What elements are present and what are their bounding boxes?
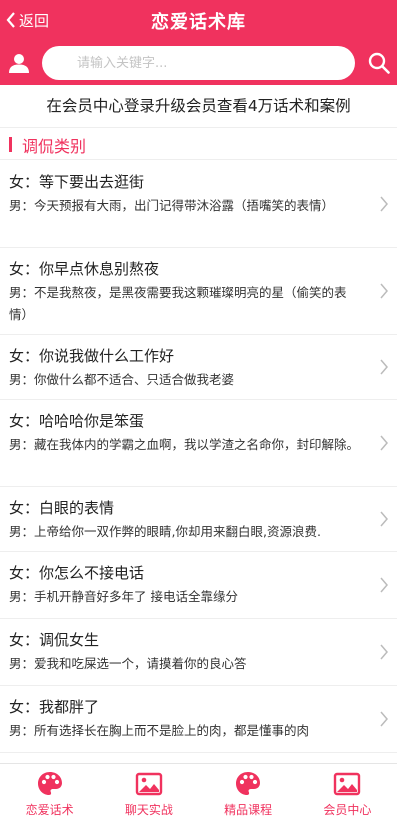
image-icon	[135, 772, 163, 796]
chevron-right-icon	[380, 644, 388, 660]
list-item[interactable]: 女：你说我做什么工作好 男：你做什么都不适合、只适合做我老婆	[0, 335, 397, 400]
category-title: 调侃类别	[22, 137, 87, 156]
item-answer: 男：藏在我体内的学霸之血啊，我以学渣之名命你，封印解除。	[9, 437, 360, 452]
top-bar: 返回 恋爱话术库	[0, 0, 397, 41]
list-item[interactable]: 女：你早点休息别熬夜 男：不是我熬夜，是黑夜需要我这颗璀璨明亮的星（偷笑的表情）	[0, 248, 397, 335]
tab-member-center[interactable]: 会员中心	[298, 764, 397, 819]
item-question: 女：等下要出去逛街	[9, 173, 145, 191]
tab-label: 会员中心	[323, 803, 372, 817]
list-item[interactable]: 女：哈哈哈你是笨蛋 男：藏在我体内的学霸之血啊，我以学渣之名命你，封印解除。	[0, 400, 397, 487]
item-answer: 男：所有选择长在胸上而不是脸上的肉，都是懂事的肉	[9, 723, 310, 738]
item-answer: 男：你做什么都不适合、只适合做我老婆	[9, 372, 235, 387]
item-question: 女：你早点休息别熬夜	[9, 260, 160, 278]
item-question: 女：白眼的表情	[9, 499, 115, 517]
script-list: 女：等下要出去逛街 男：今天预报有大雨，出门记得带沐浴露（捂嘴笑的表情） 女：你…	[0, 161, 397, 753]
list-item[interactable]: 女：白眼的表情 男：上帝给你一双作弊的眼睛,你却用来翻白眼,资源浪费.	[0, 487, 397, 552]
list-item[interactable]: 女：你怎么不接电话 男：手机开静音好多年了 接电话全靠缘分	[0, 552, 397, 619]
palette-icon	[236, 772, 261, 795]
user-icon[interactable]	[8, 52, 30, 74]
item-answer: 男：上帝给你一双作弊的眼睛,你却用来翻白眼,资源浪费.	[9, 524, 321, 539]
item-question: 女：我都胖了	[9, 698, 100, 716]
tab-label: 聊天实战	[124, 803, 173, 817]
tab-label: 精品课程	[224, 803, 273, 817]
chevron-right-icon	[380, 196, 388, 212]
chevron-right-icon	[380, 359, 388, 375]
item-answer: 男：今天预报有大雨，出门记得带沐浴露（捂嘴笑的表情）	[9, 198, 335, 213]
item-question: 女：调侃女生	[9, 631, 100, 649]
item-question: 女：哈哈哈你是笨蛋	[9, 412, 145, 430]
search-bar	[0, 41, 397, 85]
tab-label: 恋爱话术	[25, 803, 74, 817]
search-icon[interactable]	[368, 52, 390, 74]
tab-chat-practice[interactable]: 聊天实战	[99, 764, 198, 819]
image-icon	[334, 772, 361, 796]
chevron-right-icon	[380, 577, 388, 593]
list-item[interactable]: 女：我都胖了 男：所有选择长在胸上而不是脸上的肉，都是懂事的肉	[0, 686, 397, 753]
item-question: 女：你说我做什么工作好	[9, 347, 175, 365]
item-answer: 男：爱我和吃屎选一个，请摸着你的良心答	[9, 656, 247, 671]
tab-premium-courses[interactable]: 精品课程	[199, 764, 298, 819]
chevron-right-icon	[380, 711, 388, 727]
category-header: 调侃类别	[0, 127, 397, 160]
item-answer: 男：不是我熬夜，是黑夜需要我这颗璀璨明亮的星（偷笑的表情）	[9, 285, 347, 322]
list-item[interactable]: 女：等下要出去逛街 男：今天预报有大雨，出门记得带沐浴露（捂嘴笑的表情）	[0, 161, 397, 248]
page-title: 恋爱话术库	[151, 12, 246, 33]
chevron-right-icon	[380, 435, 388, 451]
member-notice: 在会员中心登录升级会员查看4万话术和案例	[46, 97, 351, 115]
palette-icon	[37, 772, 62, 795]
chevron-right-icon	[380, 283, 388, 299]
search-input[interactable]	[42, 46, 355, 80]
list-item[interactable]: 女：调侃女生 男：爱我和吃屎选一个，请摸着你的良心答	[0, 619, 397, 686]
item-answer: 男：手机开静音好多年了 接电话全靠缘分	[9, 589, 238, 604]
category-accent-bar	[9, 137, 12, 152]
bottom-tab-bar: 恋爱话术 聊天实战 精品课程 会员中心	[0, 763, 397, 819]
chevron-right-icon	[380, 511, 388, 527]
tab-romance-scripts[interactable]: 恋爱话术	[0, 764, 99, 819]
item-question: 女：你怎么不接电话	[9, 564, 145, 582]
